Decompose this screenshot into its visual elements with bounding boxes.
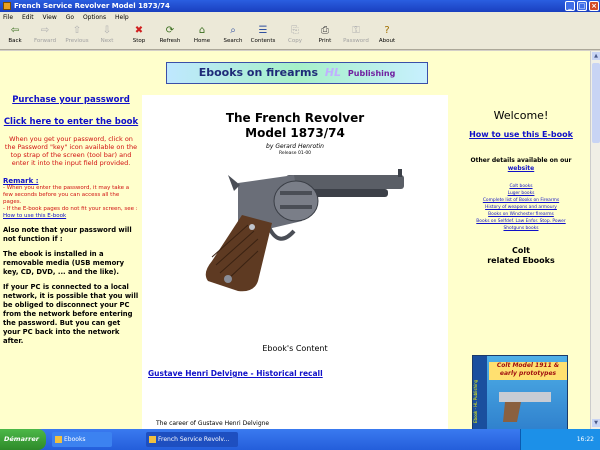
related-links: Colt books Luger books Complete list of … <box>452 183 590 232</box>
app-icon <box>3 2 11 10</box>
password-note: Also note that your password will not fu… <box>3 226 132 243</box>
home-button[interactable]: ⌂ Home <box>187 25 217 49</box>
right-column: Welcome! How to use this E-book Other de… <box>452 95 590 429</box>
center-column: The French Revolver Model 1873/74 by Ger… <box>142 95 448 429</box>
link-luger-books[interactable]: Luger books <box>452 190 590 197</box>
system-tray: 16:22 <box>520 429 600 450</box>
enter-book-link[interactable]: Click here to enter the book <box>3 117 139 127</box>
next-button[interactable]: ⇩ Next <box>92 25 122 49</box>
title-bar[interactable]: French Service Revolver Model 1873/74 _ … <box>0 0 600 12</box>
application-window: French Service Revolver Model 1873/74 _ … <box>0 0 600 450</box>
stop-button[interactable]: ✖ Stop <box>124 25 154 49</box>
remark-title: Remark : <box>3 177 39 185</box>
book-title: The French Revolver Model 1873/74 <box>225 111 365 140</box>
how-to-use-link[interactable]: How to use this E-book <box>3 213 66 219</box>
welcome-heading: Welcome! <box>493 109 549 122</box>
start-button[interactable]: Démarrer <box>0 429 46 450</box>
left-column: Purchase your password Click here to ent… <box>3 95 139 429</box>
revolver-image <box>205 169 404 292</box>
copy-icon: ⎘ <box>291 25 299 36</box>
cover-title: Colt Model 1911 & early prototypes <box>489 362 567 380</box>
link-selfdef[interactable]: Books on Selfdef. Law Enfor. Stop. Power <box>452 218 590 225</box>
menu-file[interactable]: File <box>3 14 13 21</box>
print-button[interactable]: ⎙ Print <box>310 25 340 49</box>
book-author: by Gerard Henrotin <box>266 143 324 150</box>
home-icon: ⌂ <box>198 25 206 36</box>
refresh-button[interactable]: ⟳ Refresh <box>155 25 185 49</box>
toc-item-career: The career of Gustave Henri Delvigne <box>156 420 270 427</box>
refresh-icon: ⟳ <box>165 25 175 36</box>
remark-2: - If the E-book pages do not fit your sc… <box>3 206 138 219</box>
menu-go[interactable]: Go <box>66 14 74 21</box>
key-icon: ⚿ <box>352 25 360 36</box>
question-icon: ? <box>384 25 390 36</box>
colt-book-cover[interactable]: Ebook - HL Publishing Colt Model 1911 & … <box>472 355 568 429</box>
scroll-down-icon[interactable]: ▼ <box>592 419 600 427</box>
link-colt-books[interactable]: Colt books <box>452 183 590 190</box>
pistol-image <box>499 392 551 422</box>
search-button[interactable]: ⌕ Search <box>218 25 248 49</box>
previous-button[interactable]: ⇧ Previous <box>62 25 92 49</box>
content-area: Ebooks on firearms HL Publishing Purchas… <box>0 51 590 429</box>
stop-icon: ✖ <box>134 25 144 36</box>
banner-text: Ebooks on firearms <box>198 66 318 79</box>
other-details: Other details available on our website <box>470 157 572 172</box>
scroll-thumb[interactable] <box>592 63 600 143</box>
back-arrow-icon: ⇦ <box>10 25 20 36</box>
link-shotguns[interactable]: Shotguns books <box>452 225 590 232</box>
close-button[interactable]: × <box>589 1 599 11</box>
network-note: If your PC is connected to a local netwo… <box>3 283 139 345</box>
window-title: French Service Revolver Model 1873/74 <box>14 2 170 10</box>
banner[interactable]: Ebooks on firearms HL Publishing <box>166 62 428 84</box>
contents-icon: ☰ <box>258 25 268 36</box>
book-release: Release 01-00 <box>278 151 312 156</box>
password-instructions: When you get your password, click on the… <box>4 135 138 167</box>
cover-spine: Ebook - HL Publishing <box>473 356 487 429</box>
minimize-button[interactable]: _ <box>565 1 575 11</box>
menu-bar: File Edit View Go Options Help <box>0 12 600 23</box>
scroll-up-icon[interactable]: ▲ <box>592 52 600 60</box>
colt-related-heading: Colt related Ebooks <box>487 246 555 265</box>
forward-button[interactable]: ⇨ Forward <box>30 25 60 49</box>
link-complete-list[interactable]: Complete list of Books on Firearms <box>452 197 590 204</box>
how-to-use-ebook-link[interactable]: How to use this E-book <box>452 130 590 140</box>
remark-1: - When you enter the password, it may ta… <box>3 185 130 205</box>
contents-heading: Ebook's Content <box>262 344 328 353</box>
link-history[interactable]: History of weapons and armoury <box>452 204 590 211</box>
copy-button[interactable]: ⎘ Copy <box>280 25 310 49</box>
banner-publisher: Publishing <box>347 69 396 78</box>
menu-edit[interactable]: Edit <box>22 14 34 21</box>
link-winchester[interactable]: Books on Winchester firearms <box>452 211 590 218</box>
folder-icon <box>55 436 62 443</box>
search-icon: ⌕ <box>230 25 236 36</box>
back-button[interactable]: ⇦ Back <box>0 25 30 49</box>
taskbar: Démarrer Ebooks French Service Revolv...… <box>0 429 600 450</box>
vertical-scrollbar[interactable]: ▲ ▼ <box>590 51 600 429</box>
maximize-button[interactable]: □ <box>577 1 587 11</box>
task-ebooks[interactable]: Ebooks <box>52 432 112 447</box>
about-button[interactable]: ? About <box>372 25 402 49</box>
menu-view[interactable]: View <box>43 14 57 21</box>
purchase-password-link[interactable]: Purchase your password <box>3 95 139 105</box>
toolbar: ⇦ Back ⇨ Forward ⇧ Previous ⇩ Next ✖ Stop ⟳ Re… <box>0 23 600 50</box>
clock: 16:22 <box>576 436 594 443</box>
task-revolver-book[interactable]: French Service Revolv... <box>146 432 238 447</box>
menu-options[interactable]: Options <box>83 14 106 21</box>
down-arrow-icon: ⇩ <box>102 25 112 36</box>
book-icon <box>149 436 156 443</box>
removable-media-note: The ebook is installed in a removable me… <box>3 250 125 276</box>
forward-arrow-icon: ⇨ <box>40 25 50 36</box>
contents-button[interactable]: ☰ Contents <box>248 25 278 49</box>
banner-brand: HL <box>324 66 342 79</box>
up-arrow-icon: ⇧ <box>72 25 82 36</box>
toc-link-delvigne[interactable]: Gustave Henri Delvigne - Historical reca… <box>148 369 323 378</box>
print-icon: ⎙ <box>321 25 329 36</box>
menu-help[interactable]: Help <box>115 14 129 21</box>
website-link[interactable]: website <box>508 165 534 172</box>
password-button[interactable]: ⚿ Password <box>341 25 371 49</box>
